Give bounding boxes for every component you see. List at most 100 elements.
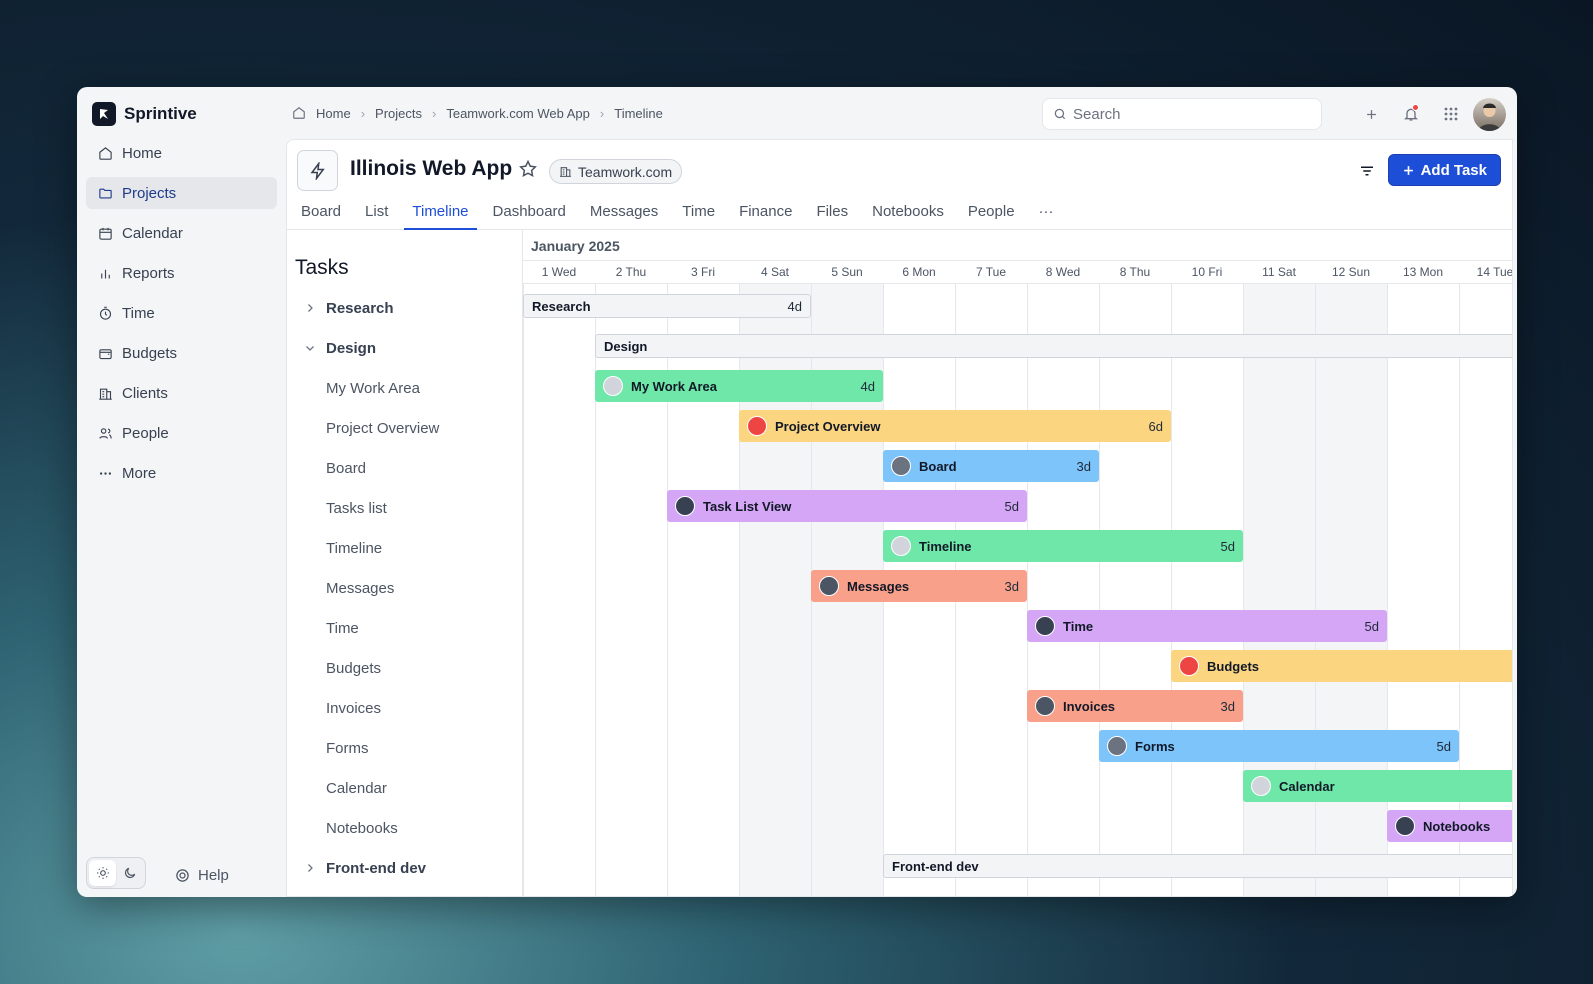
task-bar[interactable]: Budgets (1171, 650, 1512, 682)
company-chip[interactable]: Teamwork.com (549, 159, 683, 184)
sidebar-item-calendar[interactable]: Calendar (86, 217, 277, 249)
timeline-month: January 2025 (531, 238, 620, 254)
bar-label: Design (604, 338, 648, 354)
wallet-icon (99, 348, 112, 359)
tab-list[interactable]: List (357, 200, 396, 230)
tab-files[interactable]: Files (808, 200, 856, 230)
breadcrumb-projects[interactable]: Projects (375, 106, 422, 121)
task-bar[interactable]: Project Overview 6d (739, 410, 1171, 442)
tab-board[interactable]: Board (301, 200, 349, 230)
sidebar-item-clients[interactable]: Clients (86, 377, 277, 409)
task-row[interactable]: My Work Area (287, 368, 420, 408)
sidebar-item-budgets[interactable]: Budgets (86, 337, 277, 369)
task-label: Calendar (326, 779, 387, 797)
task-group-row[interactable]: Design (287, 328, 376, 368)
timeline-days-header: 1 Wed 2 Thu 3 Fri 4 Sat 5 Sun 6 Mon 7 Tue 8 Wed… (523, 260, 1512, 284)
star-icon[interactable] (518, 159, 538, 184)
theme-switch[interactable] (86, 857, 146, 889)
task-row[interactable]: Forms (287, 728, 369, 768)
task-row[interactable]: Calendar (287, 768, 387, 808)
brand[interactable]: Sprintive (86, 101, 277, 127)
add-task-button[interactable]: Add Task (1387, 154, 1501, 186)
sidebar-item-projects[interactable]: Projects (86, 177, 277, 209)
group-bar[interactable]: Design (595, 334, 1512, 358)
task-row[interactable]: Tasks list (287, 488, 387, 528)
assignee-avatar (603, 376, 623, 396)
sidebar-item-home[interactable]: Home (86, 137, 277, 169)
sidebar-item-reports[interactable]: Reports (86, 257, 277, 289)
task-bar[interactable]: Board 3d (883, 450, 1099, 482)
task-row[interactable]: Notebooks (287, 808, 398, 848)
chevron-right-icon: › (360, 105, 366, 121)
day-label: 4 Sat (760, 265, 790, 279)
bar-label: Front-end dev (892, 858, 979, 874)
tab-time[interactable]: Time (674, 200, 723, 230)
help-label: Help (198, 867, 229, 884)
task-row[interactable]: Budgets (287, 648, 381, 688)
task-row[interactable]: Timeline (287, 528, 382, 568)
task-row[interactable]: Time (287, 608, 359, 648)
plus-icon[interactable] (1351, 97, 1391, 131)
search-input[interactable]: Search (1042, 98, 1322, 130)
task-row[interactable]: Invoices (287, 688, 381, 728)
brand-logo-icon (92, 102, 116, 126)
tab-notebooks[interactable]: Notebooks (864, 200, 952, 230)
clock-icon (99, 306, 112, 320)
task-group-row[interactable]: Research (287, 288, 394, 328)
bar-duration: 5d (1364, 618, 1379, 634)
sidebar-item-people[interactable]: People (86, 417, 277, 449)
task-bar[interactable]: Task List View 5d (667, 490, 1027, 522)
tab-people[interactable]: People (960, 200, 1023, 230)
search-icon (1054, 108, 1066, 120)
day-column (1315, 284, 1387, 896)
task-bar[interactable]: Forms 5d (1099, 730, 1459, 762)
task-row[interactable]: Board (287, 448, 366, 488)
task-bar[interactable]: Calendar (1243, 770, 1512, 802)
bar-label: Notebooks (1423, 818, 1491, 834)
task-label: Project Overview (326, 419, 440, 437)
chevron-down-icon[interactable] (304, 342, 318, 354)
apps-grid-icon[interactable] (1431, 97, 1471, 131)
task-row[interactable]: Messages (287, 568, 394, 608)
tab-messages[interactable]: Messages (582, 200, 666, 230)
breadcrumb-project[interactable]: Teamwork.com Web App (446, 106, 590, 121)
sidebar-item-label: People (122, 424, 169, 442)
chevron-right-icon[interactable] (304, 862, 318, 874)
task-group-row[interactable]: Front-end dev (287, 848, 426, 888)
more-tabs-icon[interactable]: ··· (1031, 200, 1062, 230)
task-bar[interactable]: Messages 3d (811, 570, 1027, 602)
sun-icon[interactable] (89, 860, 116, 886)
group-bar[interactable]: Research 4d (523, 294, 811, 318)
task-bar[interactable]: Invoices 3d (1027, 690, 1243, 722)
sidebar-item-time[interactable]: Time (86, 297, 277, 329)
task-bar[interactable]: Timeline 5d (883, 530, 1243, 562)
group-bar[interactable]: Front-end dev (883, 854, 1512, 878)
assignee-avatar (891, 456, 911, 476)
sidebar-item-more[interactable]: More (86, 457, 277, 489)
tab-dashboard[interactable]: Dashboard (485, 200, 574, 230)
lightning-icon (297, 150, 338, 191)
bar-label: Messages (847, 578, 910, 594)
tab-timeline[interactable]: Timeline (404, 200, 477, 230)
user-avatar[interactable] (1473, 97, 1506, 131)
task-bar[interactable]: My Work Area 4d (595, 370, 883, 402)
day-column (1171, 284, 1243, 896)
moon-icon[interactable] (116, 860, 143, 886)
chevron-right-icon[interactable] (304, 302, 318, 314)
help-button[interactable]: Help (175, 867, 229, 884)
bell-icon[interactable] (1391, 97, 1431, 131)
breadcrumb-home[interactable]: Home (316, 106, 351, 121)
assignee-avatar (1035, 616, 1055, 636)
bar-duration: 3d (1076, 458, 1091, 474)
tab-finance[interactable]: Finance (731, 200, 800, 230)
filter-icon[interactable] (1358, 162, 1376, 185)
sidebar-item-label: Clients (122, 384, 168, 402)
breadcrumb: Home › Projects › Teamwork.com Web App ›… (286, 106, 663, 121)
task-bar[interactable]: Time 5d (1027, 610, 1387, 642)
task-bar[interactable]: Notebooks (1387, 810, 1512, 842)
bar-chart-icon (101, 269, 110, 278)
timeline-panel[interactable]: January 2025 1 Wed 2 Thu 3 Fri 4 Sat 5 Sun 6 … (523, 230, 1512, 896)
bar-label: Calendar (1279, 778, 1335, 794)
task-row[interactable]: Project Overview (287, 408, 439, 448)
day-column (1027, 284, 1099, 896)
